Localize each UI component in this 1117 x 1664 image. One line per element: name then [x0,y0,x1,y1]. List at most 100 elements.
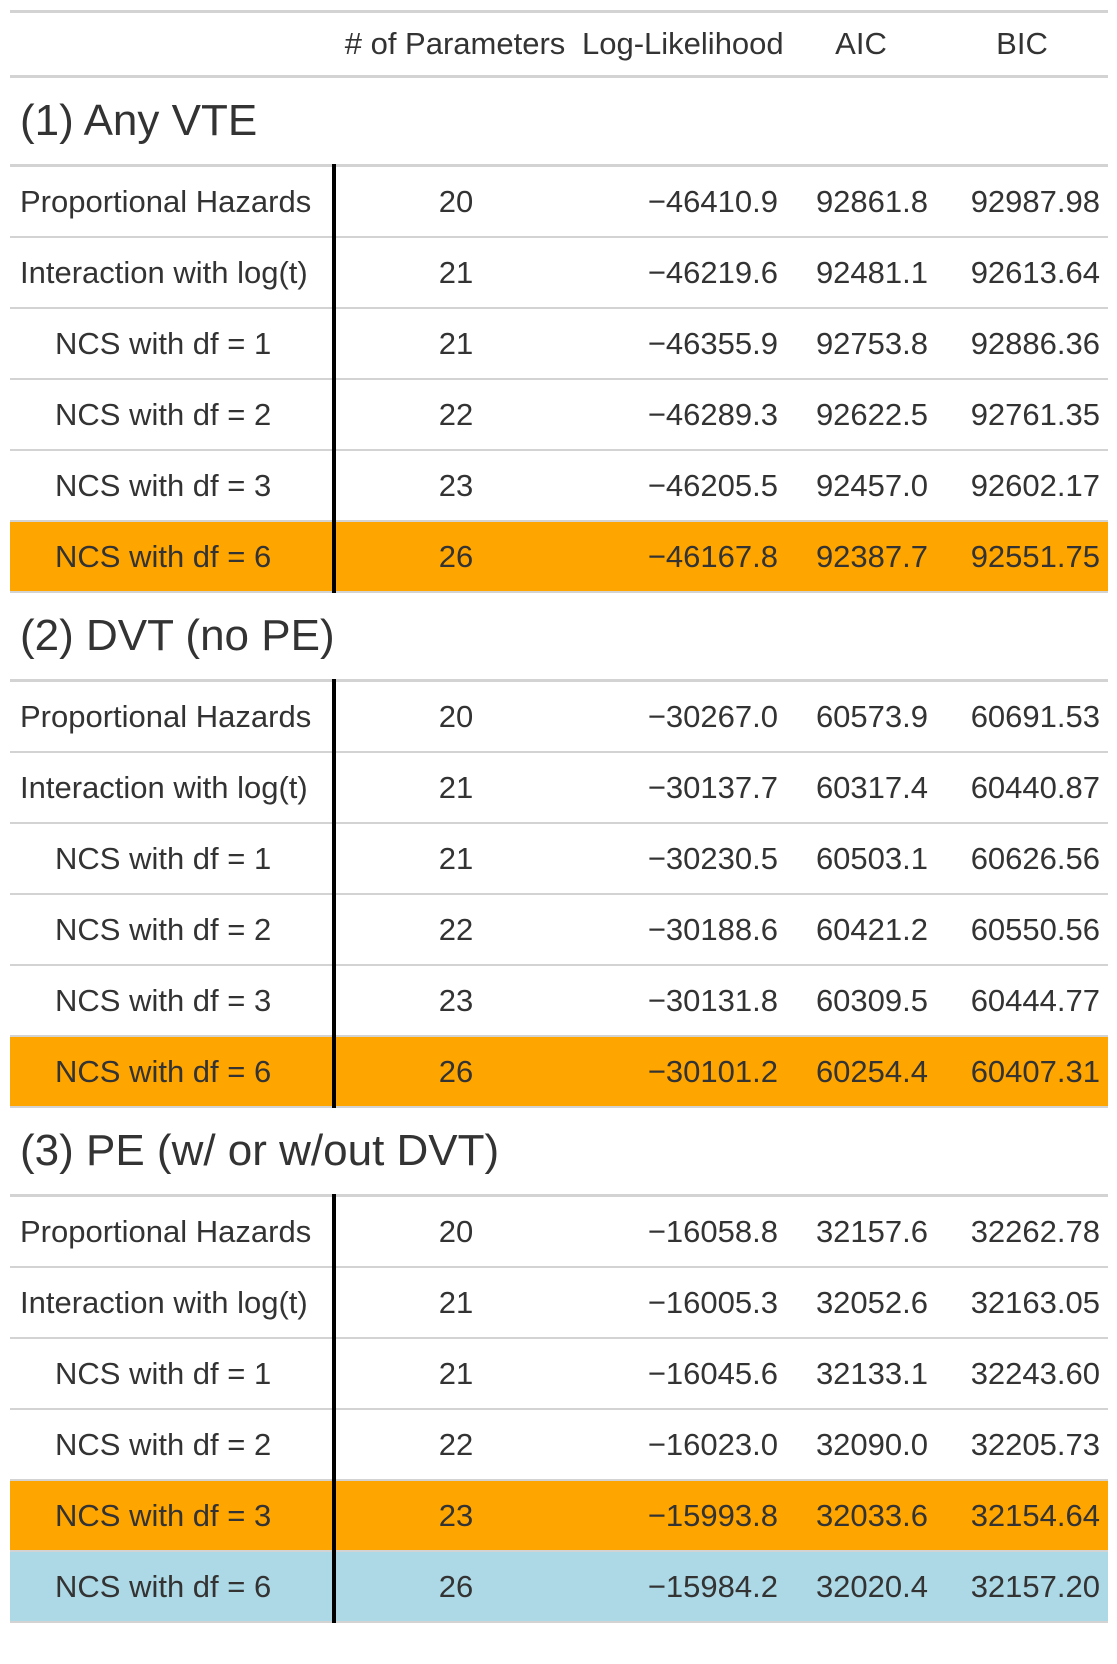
aic-value: 32133.1 [786,1338,936,1410]
table-row: NCS with df = 6 26 −30101.2 60254.4 60407.31 [10,1036,1108,1108]
bic-value: 92886.36 [936,308,1108,380]
aic-value: 92457.0 [786,450,936,522]
row-label: Proportional Hazards [10,680,336,753]
bic-value: 32205.73 [936,1409,1108,1481]
bic-value: 60550.56 [936,894,1108,966]
bic-value: 60691.53 [936,680,1108,753]
group-title: (2) DVT (no PE) [10,592,1108,682]
loglik-value: −46355.9 [576,308,786,380]
bic-value: 92761.35 [936,379,1108,451]
params-value: 20 [334,680,576,753]
aic-value: 92387.7 [786,521,936,593]
loglik-value: −30267.0 [576,680,786,753]
header-aic-column: AIC [786,10,936,78]
row-label: Proportional Hazards [10,165,336,238]
table-row: NCS with df = 2 22 −46289.3 92622.5 92761.35 [10,379,1108,451]
params-value: 20 [334,1195,576,1268]
table-row: NCS with df = 2 22 −16023.0 32090.0 32205.73 [10,1409,1108,1481]
bic-value: 32262.78 [936,1195,1108,1268]
table-row: Proportional Hazards 20 −30267.0 60573.9 606… [10,680,1108,753]
row-label: NCS with df = 1 [10,823,336,895]
group-header-row: (2) DVT (no PE) [10,592,1108,682]
bic-value: 92602.17 [936,450,1108,522]
params-value: 26 [334,1551,576,1623]
aic-value: 92481.1 [786,237,936,309]
params-value: 22 [334,1409,576,1481]
params-value: 23 [334,965,576,1037]
row-label: NCS with df = 1 [10,1338,336,1410]
aic-value: 92861.8 [786,165,936,238]
table-row: Proportional Hazards 20 −16058.8 32157.6 322… [10,1195,1108,1268]
header-bic-column: BIC [936,10,1108,78]
params-value: 21 [334,823,576,895]
aic-value: 32157.6 [786,1195,936,1268]
loglik-value: −46219.6 [576,237,786,309]
table-header: # of Parameters Log-Likelihood AIC BIC [10,10,1108,78]
header-loglik-column: Log-Likelihood [576,10,786,78]
aic-value: 60309.5 [786,965,936,1037]
group-header-row: (1) Any VTE [10,76,1108,167]
table-row: NCS with df = 6 26 −15984.2 32020.4 32157.20 [10,1551,1108,1623]
table-row: Interaction with log(t) 21 −30137.7 60317.4… [10,752,1108,824]
table-row: NCS with df = 6 26 −46167.8 92387.7 92551.75 [10,521,1108,593]
loglik-value: −30131.8 [576,965,786,1037]
group-header-row: (3) PE (w/ or w/out DVT) [10,1107,1108,1197]
bic-value: 92551.75 [936,521,1108,593]
row-label: NCS with df = 2 [10,894,336,966]
model-comparison-table: # of Parameters Log-Likelihood AIC BIC (… [10,10,1108,1623]
group-title: (1) Any VTE [10,76,1108,167]
params-value: 22 [334,894,576,966]
aic-value: 32033.6 [786,1480,936,1552]
bic-value: 60444.77 [936,965,1108,1037]
params-value: 26 [334,1036,576,1108]
table-row: NCS with df = 1 21 −46355.9 92753.8 92886.36 [10,308,1108,380]
bic-value: 60440.87 [936,752,1108,824]
group-title: (3) PE (w/ or w/out DVT) [10,1107,1108,1197]
row-label: Proportional Hazards [10,1195,336,1268]
header-params-column: # of Parameters [334,10,576,78]
aic-value: 32052.6 [786,1267,936,1339]
bic-value: 32154.64 [936,1480,1108,1552]
loglik-value: −46289.3 [576,379,786,451]
table-row: Interaction with log(t) 21 −46219.6 92481.1… [10,237,1108,309]
loglik-value: −30188.6 [576,894,786,966]
params-value: 21 [334,308,576,380]
loglik-value: −15993.8 [576,1480,786,1552]
row-label: Interaction with log(t) [10,1267,336,1339]
table-row: NCS with df = 3 23 −46205.5 92457.0 92602.17 [10,450,1108,522]
params-value: 22 [334,379,576,451]
row-label: NCS with df = 3 [10,450,336,522]
row-label: NCS with df = 1 [10,308,336,380]
params-value: 20 [334,165,576,238]
params-value: 23 [334,1480,576,1552]
row-label: Interaction with log(t) [10,237,336,309]
bic-value: 32157.20 [936,1551,1108,1623]
bic-value: 92613.64 [936,237,1108,309]
aic-value: 60254.4 [786,1036,936,1108]
loglik-value: −46410.9 [576,165,786,238]
bic-value: 60407.31 [936,1036,1108,1108]
model-comparison-table-wrap: # of Parameters Log-Likelihood AIC BIC (… [10,10,1108,1623]
loglik-value: −16058.8 [576,1195,786,1268]
table-row: NCS with df = 3 23 −15993.8 32033.6 32154.64 [10,1480,1108,1552]
params-value: 21 [334,1338,576,1410]
params-value: 21 [334,752,576,824]
bic-value: 92987.98 [936,165,1108,238]
aic-value: 92753.8 [786,308,936,380]
aic-value: 60503.1 [786,823,936,895]
row-label: NCS with df = 2 [10,1409,336,1481]
row-label: NCS with df = 6 [10,1551,336,1623]
loglik-value: −46205.5 [576,450,786,522]
loglik-value: −30137.7 [576,752,786,824]
row-label: NCS with df = 6 [10,1036,336,1108]
aic-value: 60317.4 [786,752,936,824]
table-row: NCS with df = 1 21 −16045.6 32133.1 32243.60 [10,1338,1108,1410]
header-label-column [10,10,334,78]
loglik-value: −46167.8 [576,521,786,593]
loglik-value: −30230.5 [576,823,786,895]
table-row: NCS with df = 3 23 −30131.8 60309.5 60444.77 [10,965,1108,1037]
table-row: Proportional Hazards 20 −46410.9 92861.8 929… [10,165,1108,238]
table-row: Interaction with log(t) 21 −16005.3 32052.6… [10,1267,1108,1339]
table-row: NCS with df = 2 22 −30188.6 60421.2 60550.56 [10,894,1108,966]
bic-value: 60626.56 [936,823,1108,895]
